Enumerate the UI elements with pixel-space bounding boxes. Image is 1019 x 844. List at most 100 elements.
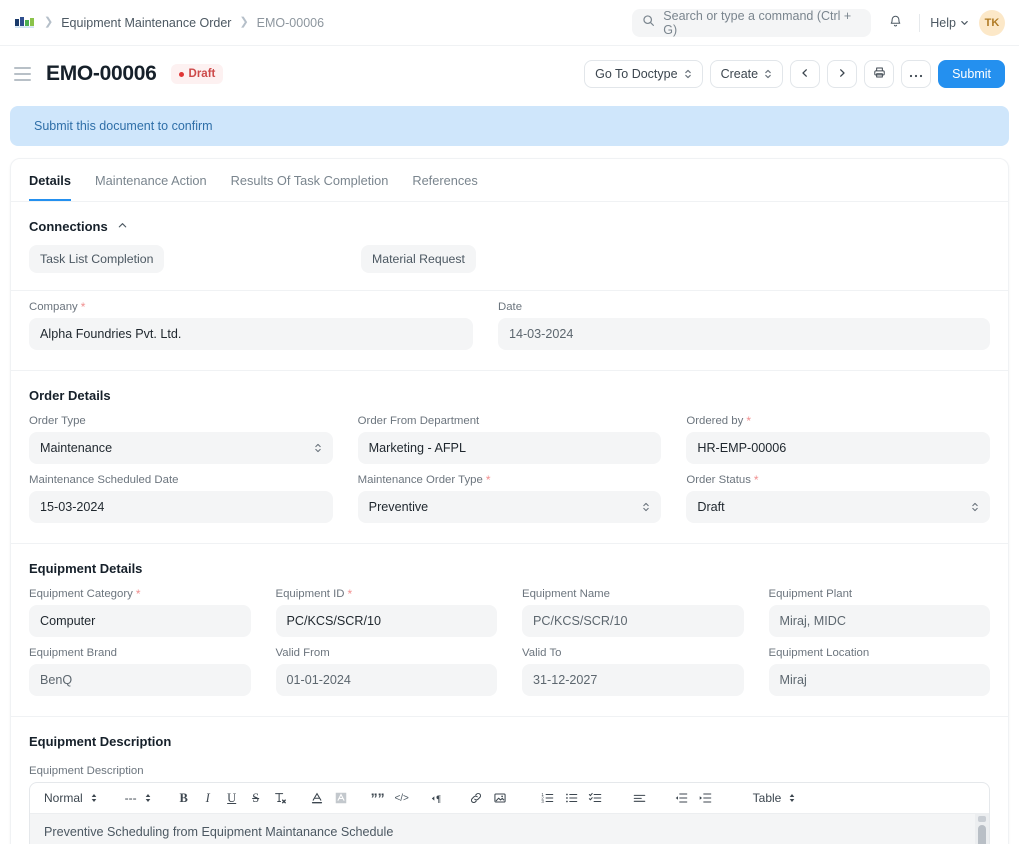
connections-title-row[interactable]: Connections [29,202,990,234]
date-label: Date [497,301,523,313]
next-document-button[interactable] [827,60,858,88]
field-ordered-by: Ordered by * HR-EMP-00006 [686,415,991,464]
font-size-dropdown[interactable]: --- [119,786,158,810]
equipment-name-label: Equipment Name [522,588,611,600]
equipment-id-value[interactable]: PC/KCS/SCR/10 [275,605,497,637]
avatar[interactable]: TK [979,9,1005,36]
company-value[interactable]: Alpha Foundries Pvt. Ltd. [29,318,473,350]
equipment-location-label: Equipment Location [768,647,870,659]
table-dropdown[interactable]: Table [747,786,803,810]
chevron-up-icon[interactable] [117,219,128,234]
code-block-button[interactable]: </> [391,786,413,810]
ordered-by-label: Ordered by [686,415,744,427]
tab-details[interactable]: Details [29,159,71,201]
indent-icon[interactable] [695,786,717,810]
chevron-up-down-icon [684,68,692,80]
maintenance-order-type-select[interactable]: Preventive [357,491,662,523]
status-label: Draft [188,68,216,80]
order-from-department-value[interactable]: Marketing - AFPL [357,432,662,464]
ordered-list-icon[interactable]: 1 2 3 [537,786,559,810]
header-actions: Go To Doctype Create Submit [584,60,1005,88]
link-icon[interactable] [465,786,487,810]
highlight-color-button[interactable] [330,786,352,810]
equipment-location-value[interactable]: Miraj [768,664,990,696]
field-order-from-department: Order From Department Marketing - AFPL [357,415,662,464]
go-to-doctype-button[interactable]: Go To Doctype [584,60,703,88]
field-equipment-category: Equipment Category * Computer [29,588,251,637]
paragraph-style-value: Normal [44,791,83,805]
blockquote-button[interactable]: ”” [367,786,389,810]
tab-maintenance-action[interactable]: Maintenance Action [95,159,207,201]
submit-button[interactable]: Submit [938,60,1005,88]
tab-results-of-task-completion[interactable]: Results Of Task Completion [231,159,389,201]
equipment-brand-label-row: Equipment Brand [29,647,251,659]
submit-alert-banner[interactable]: Submit this document to confirm [10,106,1009,146]
breadcrumb-current: EMO-00006 [256,15,325,30]
required-indicator: * [135,587,141,601]
check-list-icon[interactable] [585,786,607,810]
equipment-category-value[interactable]: Computer [29,605,251,637]
underline-button[interactable]: U [221,786,243,810]
valid-from-value[interactable]: 01-01-2024 [275,664,497,696]
editor-content-area[interactable]: Preventive Scheduling from Equipment Mai… [30,814,989,844]
date-value[interactable]: 14-03-2024 [497,318,990,350]
text-color-button[interactable] [306,786,328,810]
bullet-list-icon[interactable] [561,786,583,810]
create-button[interactable]: Create [709,60,784,88]
page-header: EMO-00006 Draft Go To Doctype Create Sub… [0,46,1019,100]
outdent-icon[interactable] [671,786,693,810]
scrollbar-thumb[interactable] [978,825,986,844]
equipment-category-label: Equipment Category [29,588,133,600]
ordered-by-value[interactable]: HR-EMP-00006 [686,432,991,464]
equipment-plant-value[interactable]: Miraj, MIDC [768,605,990,637]
scrollbar-up-arrow[interactable] [978,816,986,822]
company-label: Company [29,301,78,313]
maintenance-scheduled-date-label: Maintenance Scheduled Date [29,474,179,486]
field-valid-from: Valid From 01-01-2024 [275,647,497,696]
maintenance-scheduled-date-value[interactable]: 15-03-2024 [29,491,333,523]
equipment-details-row-1: Equipment Category * Computer Equipment … [29,578,990,637]
navbar-right-group: Search or type a command (Ctrl + G) Help… [632,8,1005,37]
notifications-button[interactable] [881,9,909,37]
ellipsis-icon [909,67,923,81]
tab-references[interactable]: References [412,159,477,201]
search-input[interactable]: Search or type a command (Ctrl + G) [632,8,872,37]
order-details-row-1: Order Type Maintenance Order From Depart… [29,405,991,464]
field-date: Date 14-03-2024 [497,301,990,350]
required-indicator: * [485,473,491,487]
field-maintenance-scheduled-date: Maintenance Scheduled Date 15-03-2024 [29,474,333,523]
align-icon[interactable] [629,786,651,810]
hamburger-menu-icon[interactable] [14,64,34,84]
bell-icon [888,14,903,32]
order-status-select[interactable]: Draft [686,491,991,523]
strikethrough-button[interactable]: S [245,786,267,810]
erpnext-logo[interactable] [14,16,36,30]
order-from-department-label-row: Order From Department [358,415,662,427]
previous-document-button[interactable] [790,60,821,88]
equipment-plant-label: Equipment Plant [768,588,853,600]
order-type-label-row: Order Type [29,415,333,427]
order-type-select[interactable]: Maintenance [29,432,333,464]
print-button[interactable] [864,60,895,88]
editor-scrollbar[interactable] [975,814,989,844]
valid-to-value[interactable]: 31-12-2027 [522,664,744,696]
breadcrumb-parent-link[interactable]: Equipment Maintenance Order [61,16,231,30]
help-menu[interactable]: Help [930,16,969,30]
order-from-department-label: Order From Department [357,415,480,427]
more-actions-button[interactable] [901,60,932,88]
connection-chip-material-request[interactable]: Material Request [361,245,476,273]
image-icon[interactable] [489,786,511,810]
clear-formatting-button[interactable] [269,786,291,810]
order-status-label: Order Status [686,474,751,486]
text-direction-button[interactable]: ¶ [428,786,450,810]
submit-alert-text: Submit this document to confirm [34,119,213,133]
table-label: Table [752,791,782,805]
equipment-name-value[interactable]: PC/KCS/SCR/10 [522,605,744,637]
equipment-description-section: Equipment Description Equipment Descript… [11,716,1008,844]
italic-button[interactable]: I [197,786,219,810]
equipment-brand-value[interactable]: BenQ [29,664,251,696]
paragraph-style-dropdown[interactable]: Normal [38,786,104,810]
help-label: Help [930,15,956,30]
bold-button[interactable]: B [173,786,195,810]
connection-chip-task-list-completion[interactable]: Task List Completion [29,245,165,273]
